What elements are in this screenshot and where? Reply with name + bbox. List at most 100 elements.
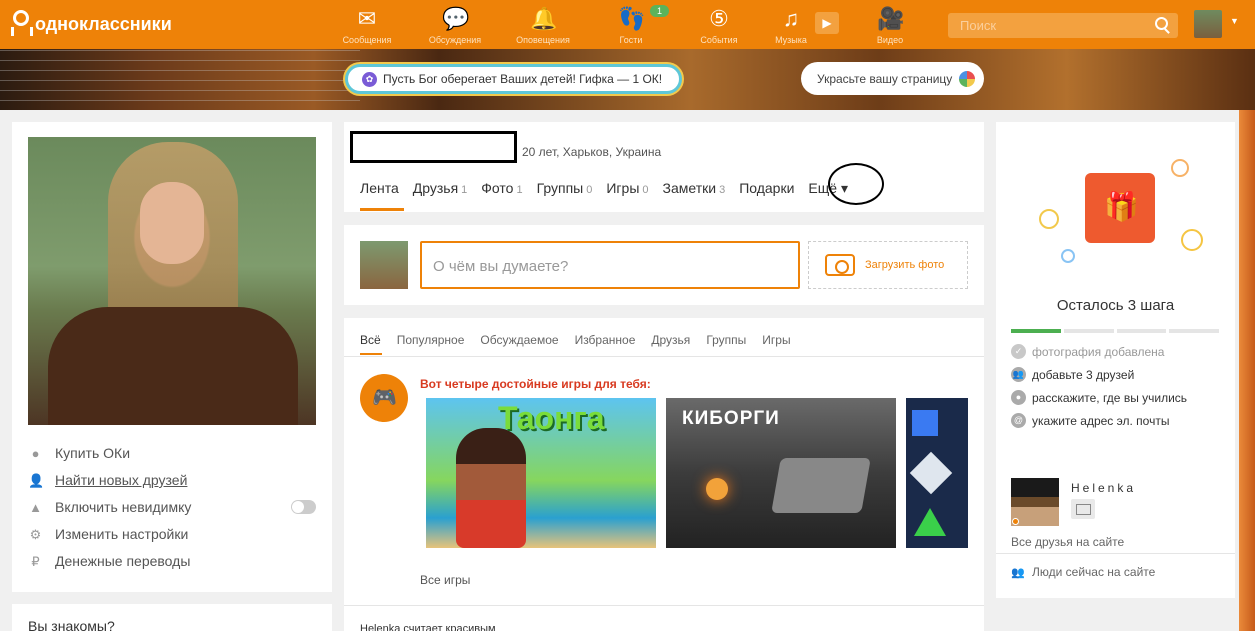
envelope-icon: ✉ [357, 6, 377, 31]
upload-label: Загрузить фото [865, 259, 945, 271]
footprints-icon: 👣 [618, 6, 646, 31]
feed-tabs: Всё Популярное Обсуждаемое Избранное Дру… [360, 333, 791, 347]
chevron-down-icon[interactable]: ▼ [1230, 16, 1239, 26]
divider [344, 356, 984, 357]
profile-progress-bar [1011, 329, 1219, 333]
music-play-icon[interactable]: ▶ [815, 12, 839, 34]
redacted-name-box [350, 131, 517, 163]
game-tank [771, 458, 871, 513]
music-note-icon: ♫ [782, 6, 800, 31]
tab-notes[interactable]: Заметки 3 [663, 180, 726, 197]
nav-events[interactable]: ⑤ События [684, 6, 754, 45]
brand-name: одноклассники [35, 13, 172, 34]
blue-gem-icon [912, 410, 938, 436]
menu-money-transfers[interactable]: ₽ Денежные переводы [28, 553, 190, 569]
people-online-link[interactable]: 👥 Люди сейчас на сайте [1011, 565, 1155, 579]
next-feed-item: Helenka считает красивым [360, 623, 496, 631]
search-placeholder: Поиск [960, 18, 997, 33]
check-icon: ✓ [1011, 344, 1026, 359]
doodle [1061, 249, 1075, 263]
feed-tab-groups[interactable]: Группы [706, 333, 746, 347]
tab-gifts[interactable]: Подарки [739, 180, 794, 197]
tab-label: Игры [606, 180, 640, 196]
feed-tab-all[interactable]: Всё [360, 333, 381, 347]
all-games-link[interactable]: Все игры [420, 573, 470, 587]
nav-messages[interactable]: ✉ Сообщения [332, 6, 402, 45]
active-feed-tab-indicator [360, 353, 382, 355]
decorate-page-button[interactable]: Украсьте вашу страницу [801, 62, 984, 95]
step-photo-added: ✓ фотография добавлена [1011, 344, 1164, 359]
cover-guitar-strings [0, 49, 360, 110]
steps-remaining-title: Осталось 3 шага [1056, 297, 1175, 314]
game-card-cyborgs[interactable]: КИБОРГИ [666, 398, 896, 548]
doodle [1171, 159, 1189, 177]
tab-feed[interactable]: Лента [360, 180, 399, 197]
all-friends-online-link[interactable]: Все друзья на сайте [1011, 535, 1124, 549]
tab-groups[interactable]: Группы 0 [537, 180, 593, 197]
game-card-taonga[interactable]: Таонга [426, 398, 656, 548]
game-title: Таонга [498, 400, 605, 436]
profile-photo[interactable] [28, 137, 316, 425]
friend-name[interactable]: Helenka [1071, 481, 1136, 495]
profile-tabs: Лента Друзья 1 Фото 1 Группы 0 Игры 0 Заметк… [360, 180, 848, 197]
step-label: расскажите, где вы учились [1032, 390, 1188, 405]
nav-discussions[interactable]: 💬 Обсуждения [420, 6, 490, 45]
invisible-toggle[interactable] [291, 500, 316, 514]
post-input[interactable]: О чём вы думаете? [420, 241, 800, 289]
tab-label: Лента [360, 180, 399, 196]
graduation-icon: ● [1011, 390, 1026, 405]
menu-label: Денежные переводы [55, 553, 191, 569]
gif-promo-banner[interactable]: ✿ Пусть Бог оберегает Ваших детей! Гифка… [345, 64, 682, 94]
step-email[interactable]: @ укажите адрес эл. почты [1011, 413, 1169, 428]
game-explosion [706, 478, 728, 500]
gift-promo-icon: ✿ [362, 71, 377, 87]
feed-tab-popular[interactable]: Популярное [397, 333, 465, 347]
chat-bubbles-icon: 💬 [442, 6, 470, 31]
user-avatar[interactable] [1194, 10, 1222, 38]
send-message-button[interactable] [1071, 499, 1095, 519]
profile-info: 20 лет, Харьков, Украина [522, 145, 662, 159]
feed-tab-favorites[interactable]: Избранное [575, 333, 636, 347]
step-add-friends[interactable]: 👥 добавьте 3 друзей [1011, 367, 1134, 382]
tab-games[interactable]: Игры 0 [606, 180, 648, 197]
decorate-button-label: Украсьте вашу страницу [817, 71, 953, 86]
divider [344, 605, 984, 606]
nav-notifications[interactable]: 🔔 Оповещения [508, 6, 578, 45]
gear-icon: ⚙ [29, 526, 42, 542]
menu-find-friends[interactable]: 👤 Найти новых друзей [28, 472, 187, 488]
tab-count: 0 [586, 184, 593, 196]
more-tab-circle-annotation [828, 163, 884, 205]
tab-photos[interactable]: Фото 1 [481, 180, 522, 197]
search-input[interactable]: Поиск [948, 13, 1178, 38]
menu-label: Включить невидимку [55, 499, 192, 515]
tab-count: 3 [719, 184, 726, 196]
tab-count: 0 [642, 184, 649, 196]
nav-video[interactable]: 🎥 Видео [855, 6, 925, 45]
tab-friends[interactable]: Друзья 1 [413, 180, 468, 197]
step-label: фотография добавлена [1032, 344, 1165, 359]
user-icon: 👤 [28, 472, 45, 488]
camera-icon [825, 254, 855, 276]
nav-label: Обсуждения [428, 35, 482, 45]
feed-tab-discussed[interactable]: Обсуждаемое [480, 333, 558, 347]
upload-photo-button[interactable]: Загрузить фото [808, 241, 968, 289]
tab-label: Друзья [412, 180, 459, 196]
money-transfer-icon: ₽ [31, 553, 40, 569]
step-education[interactable]: ● расскажите, где вы учились [1011, 390, 1187, 405]
green-gem-icon [914, 508, 946, 536]
search-icon[interactable] [1155, 17, 1168, 30]
ok-coin-icon: ● [31, 445, 40, 461]
menu-settings[interactable]: ⚙ Изменить настройки [28, 526, 189, 542]
profile-header: 20 лет, Харьков, Украина Лента Друзья 1 Ф… [344, 122, 984, 212]
menu-buy-ok[interactable]: ● Купить ОКи [28, 445, 130, 461]
active-tab-indicator [360, 208, 404, 211]
menu-invisible[interactable]: ▲ Включить невидимку [28, 499, 191, 515]
guests-count-badge: 1 [650, 5, 670, 17]
game-card-gems[interactable] [906, 398, 968, 548]
site-logo[interactable]: одноклассники [10, 10, 172, 38]
progress-segment [1063, 329, 1114, 333]
feed-tab-games[interactable]: Игры [762, 333, 790, 347]
feed-tab-friends[interactable]: Друзья [651, 333, 690, 347]
left-profile-card: ● Купить ОКи 👤 Найти новых друзей ▲ Вклю… [12, 122, 332, 592]
menu-label: Найти новых друзей [55, 472, 188, 488]
